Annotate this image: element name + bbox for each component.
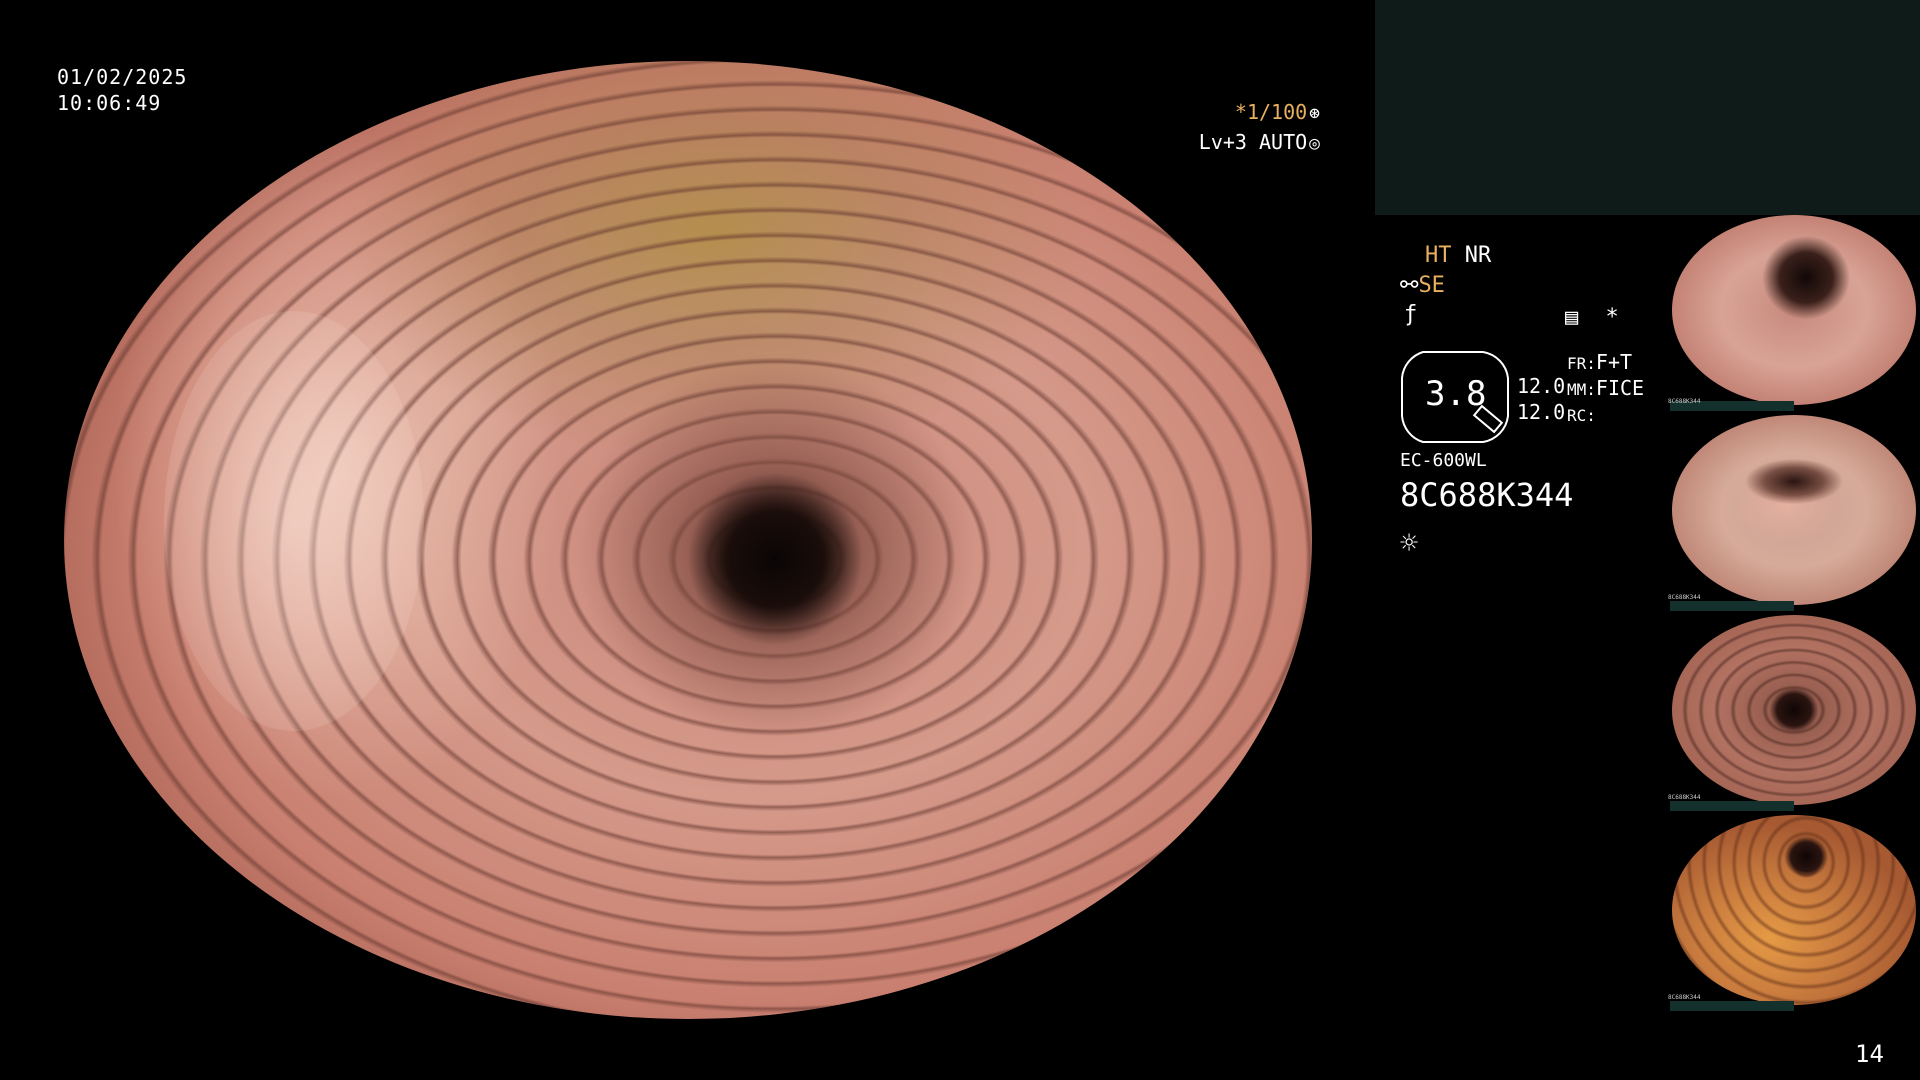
ht-label: HT	[1425, 243, 1452, 268]
monitor-panel	[1375, 0, 1920, 215]
list-box-icon: ▤	[1565, 305, 1579, 330]
zoom-value: 3.8	[1425, 374, 1487, 414]
pencil-icon: ⚯	[1400, 273, 1419, 298]
fr-label: FR:	[1567, 354, 1596, 373]
thumbnail-serial: 8C688K344	[1668, 994, 1701, 1001]
thumbnail-serial: 8C688K344	[1668, 398, 1701, 405]
se-label: SE	[1418, 273, 1445, 298]
endoscope-main-view	[64, 61, 1312, 1019]
rc-label: RC:	[1567, 406, 1596, 425]
thumbnail-3[interactable]: 8C688K344	[1668, 615, 1916, 811]
thumbnail-serial: 8C688K344	[1668, 794, 1701, 801]
mm-label: MM:	[1567, 380, 1596, 399]
shutter-text: *1/100	[1234, 100, 1308, 124]
mode-settings: FR:F+T MM:FICE RC:	[1567, 350, 1644, 428]
param-2: 12.0	[1517, 400, 1566, 424]
nr-label: NR	[1464, 243, 1492, 268]
fr-value: F+T	[1595, 350, 1633, 374]
exposure-status: *1/100 ⊛ Lv+3 AUTO ◎	[1180, 98, 1320, 158]
scope-serial: 8C688K344	[1400, 476, 1574, 514]
thumbnail-image	[1672, 415, 1916, 605]
frame-number: 14	[1855, 1040, 1884, 1068]
thumbnail-bar	[1670, 1001, 1794, 1011]
asterisk-label: *	[1605, 305, 1619, 330]
time-text: 10:06:49	[57, 91, 162, 115]
aperture-icon: ⊛	[1309, 103, 1320, 124]
thumbnail-bar	[1670, 601, 1794, 611]
thumbnail-image	[1672, 615, 1916, 805]
sun-icon: ☼	[1400, 526, 1419, 561]
level-text: Lv+3 AUTO	[1198, 130, 1308, 154]
datetime-overlay: 01/02/2025 10:06:49	[57, 64, 187, 116]
tissue-highlight	[164, 311, 424, 731]
thumbnail-2[interactable]: 8C688K344	[1668, 415, 1916, 611]
date-text: 01/02/2025	[57, 65, 188, 89]
thumbnail-bar	[1670, 801, 1794, 811]
thumbnail-1[interactable]	[1670, 215, 1916, 411]
mm-value: FICE	[1595, 376, 1645, 400]
thumbnail-image	[1672, 215, 1916, 405]
param-1: 12.0	[1517, 374, 1566, 398]
scope-model: EC-600WL	[1400, 450, 1487, 471]
param-values: 12.0 12.0	[1517, 372, 1565, 426]
thumbnail-4[interactable]: 8C688K344	[1668, 815, 1916, 1011]
thumbnail-image	[1672, 815, 1916, 1005]
target-icon: ◎	[1309, 133, 1320, 154]
curve-icon: ƒ	[1404, 302, 1418, 327]
thumbnail-serial: 8C688K344	[1668, 594, 1701, 601]
